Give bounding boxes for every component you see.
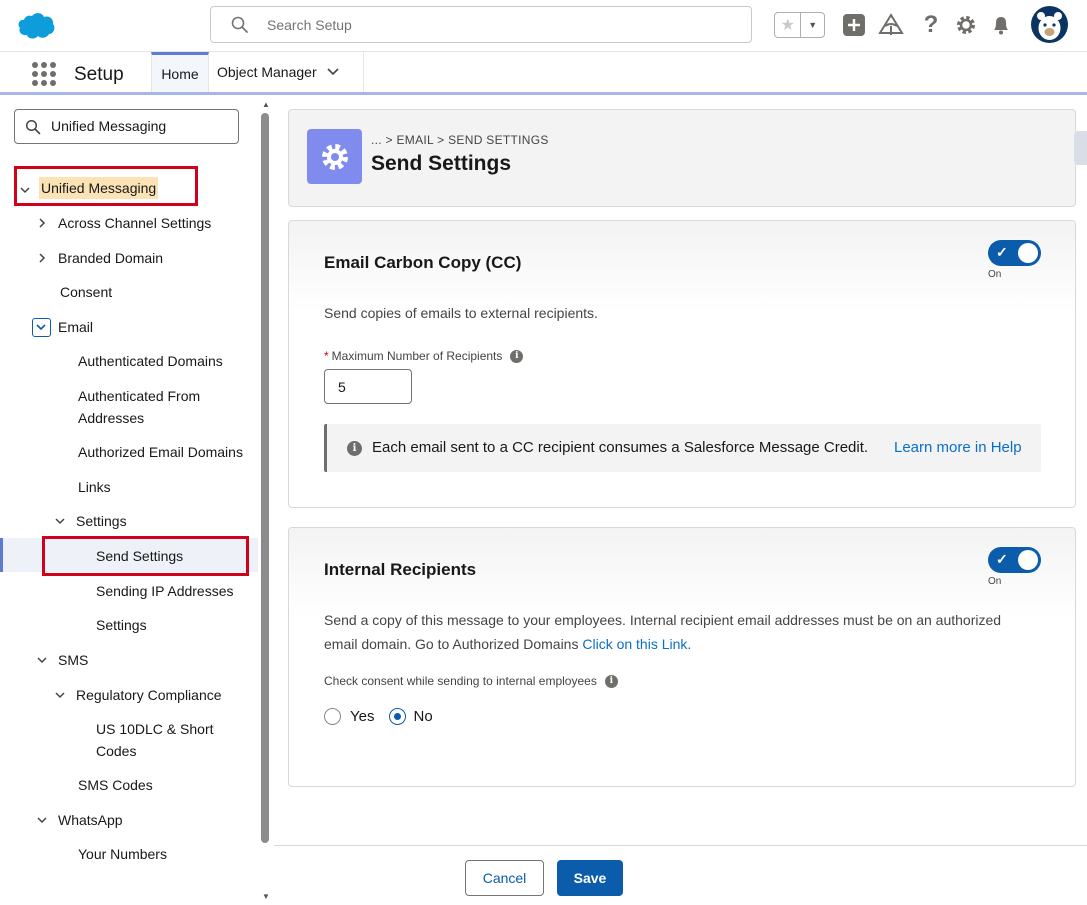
chevron-right-icon[interactable] (36, 252, 48, 264)
toggle-state-label: On (988, 269, 1002, 280)
radio-yes-label[interactable]: Yes (350, 708, 374, 725)
credit-notice: i Each email sent to a CC recipient cons… (324, 424, 1041, 472)
scroll-up-arrow-icon[interactable]: ▲ (262, 100, 270, 109)
setup-search[interactable] (210, 6, 752, 43)
chevron-down-icon[interactable] (32, 318, 51, 337)
sidebar-item-email[interactable]: Email (58, 316, 93, 338)
consent-label: Check consent while sending to internal … (324, 674, 618, 689)
cancel-button[interactable]: Cancel (465, 860, 544, 896)
setup-search-input[interactable] (267, 15, 727, 35)
annotation-highlight-box (14, 166, 198, 206)
chevron-down-icon[interactable] (327, 68, 339, 76)
required-asterisk: * (324, 349, 329, 363)
quick-find-input[interactable] (51, 118, 231, 134)
chevron-right-icon[interactable] (36, 217, 48, 229)
sidebar-item-links[interactable]: Links (78, 476, 111, 498)
authorized-domains-link[interactable]: Click on this Link. (582, 636, 691, 652)
toggle-state-label: On (988, 576, 1002, 587)
chevron-down-icon[interactable] (36, 654, 48, 666)
chevron-down-icon[interactable] (54, 515, 66, 527)
sidebar-item-sms[interactable]: SMS (58, 649, 88, 671)
info-icon[interactable]: i (510, 350, 524, 364)
info-icon: i (347, 441, 362, 456)
internal-recipients-toggle[interactable]: ✓ (988, 547, 1041, 573)
sidebar-item-settings[interactable]: Settings (96, 614, 147, 636)
search-icon (231, 16, 248, 33)
sidebar-scrollbar[interactable] (261, 113, 269, 843)
sidebar-item-regulatory-compliance[interactable]: Regulatory Compliance (76, 684, 222, 706)
card-description: Send a copy of this message to your empl… (324, 608, 1001, 656)
breadcrumb[interactable]: ... > EMAIL > SEND SETTINGS (371, 133, 549, 147)
radio-yes[interactable] (324, 708, 341, 725)
main-content: ... > EMAIL > SEND SETTINGS Send Setting… (274, 95, 1087, 905)
max-recipients-label-text: Maximum Number of Recipients (331, 349, 503, 363)
save-button[interactable]: Save (557, 860, 623, 896)
sidebar-item-authenticated-from-addresses-line2[interactable]: Addresses (78, 407, 144, 429)
tab-home-label: Home (161, 65, 199, 82)
radio-no[interactable] (389, 708, 407, 725)
sidebar-item-authenticated-domains[interactable]: Authenticated Domains (78, 350, 223, 372)
email-cc-card: Email Carbon Copy (CC) ✓ On Send copies … (288, 220, 1076, 508)
settings-gear-icon (307, 129, 362, 184)
max-recipients-input[interactable] (324, 369, 412, 404)
chevron-down-icon[interactable] (54, 689, 66, 701)
tab-object-manager[interactable]: Object Manager (209, 52, 364, 92)
global-header: ★ ▼ ? (0, 0, 1087, 52)
favorites-group[interactable]: ★ ▼ (774, 12, 825, 38)
description-line-2-text: email domain. Go to Authorized Domains (324, 636, 579, 652)
sidebar-item-consent[interactable]: Consent (60, 281, 112, 303)
salesforce-cloud-icon[interactable] (16, 12, 56, 40)
sidebar-item-across-channel-settings[interactable]: Across Channel Settings (58, 212, 211, 234)
sidebar-item-whatsapp[interactable]: WhatsApp (58, 809, 123, 831)
help-icon[interactable]: ? (918, 11, 944, 38)
sidebar-item-authorized-email-domains[interactable]: Authorized Email Domains (78, 441, 243, 463)
chevron-down-icon[interactable] (36, 814, 48, 826)
sidebar-item-settings-group[interactable]: Settings (76, 510, 127, 532)
sidebar-item-authenticated-from-addresses[interactable]: Authenticated From (78, 385, 200, 407)
page-title: Send Settings (371, 152, 512, 175)
sidebar-item-us-10dlc-short-codes-line2[interactable]: Codes (96, 740, 136, 762)
avatar[interactable] (1031, 6, 1068, 43)
tab-object-manager-label: Object Manager (217, 64, 317, 80)
add-icon[interactable] (841, 12, 867, 38)
description-line-2: email domain. Go to Authorized Domains C… (324, 632, 1001, 656)
check-icon: ✓ (996, 551, 1008, 567)
quick-find[interactable] (14, 109, 239, 144)
notice-text: Each email sent to a CC recipient consum… (372, 439, 869, 456)
consent-label-text: Check consent while sending to internal … (324, 674, 597, 688)
tab-home[interactable]: Home (151, 52, 209, 92)
sidebar-item-sending-ip-addresses[interactable]: Sending IP Addresses (96, 580, 234, 602)
check-icon: ✓ (996, 244, 1008, 260)
star-icon[interactable]: ★ (775, 13, 800, 37)
setup-sidebar: ▲ ▼ Unified Messaging Across Channel Set… (0, 95, 274, 905)
radio-no-label[interactable]: No (413, 708, 432, 725)
side-panel-tab[interactable] (1074, 131, 1087, 165)
gear-icon[interactable] (953, 12, 979, 38)
description-line-1: Send a copy of this message to your empl… (324, 612, 1002, 628)
card-title: Email Carbon Copy (CC) (324, 253, 522, 272)
learn-more-link[interactable]: Learn more in Help (894, 439, 1022, 456)
internal-recipients-card: Internal Recipients ✓ On Send a copy of … (288, 527, 1076, 787)
action-footer: Cancel Save (274, 845, 1087, 905)
consent-radio-group: Yes No (324, 708, 433, 725)
app-navigation-bar: Setup Home Object Manager (0, 52, 1087, 95)
bell-icon[interactable] (988, 12, 1014, 38)
email-cc-toggle[interactable]: ✓ (988, 240, 1041, 266)
sidebar-item-branded-domain[interactable]: Branded Domain (58, 247, 163, 269)
info-icon[interactable]: i (604, 675, 618, 689)
annotation-highlight-box (42, 536, 249, 576)
scroll-down-arrow-icon[interactable]: ▼ (262, 892, 270, 901)
sidebar-item-us-10dlc-short-codes[interactable]: US 10DLC & Short (96, 718, 214, 740)
card-description: Send copies of emails to external recipi… (324, 305, 598, 321)
sidebar-item-your-numbers[interactable]: Your Numbers (78, 843, 167, 865)
max-recipients-label: * Maximum Number of Recipients i (324, 349, 524, 364)
trailhead-icon[interactable] (878, 12, 904, 38)
page-header: ... > EMAIL > SEND SETTINGS Send Setting… (288, 109, 1076, 207)
sidebar-item-sms-codes[interactable]: SMS Codes (78, 774, 153, 796)
favorites-dropdown-icon[interactable]: ▼ (800, 13, 824, 37)
app-launcher-waffle-icon[interactable] (30, 60, 56, 86)
app-name: Setup (74, 64, 124, 85)
search-icon (25, 119, 41, 135)
card-title: Internal Recipients (324, 560, 477, 579)
